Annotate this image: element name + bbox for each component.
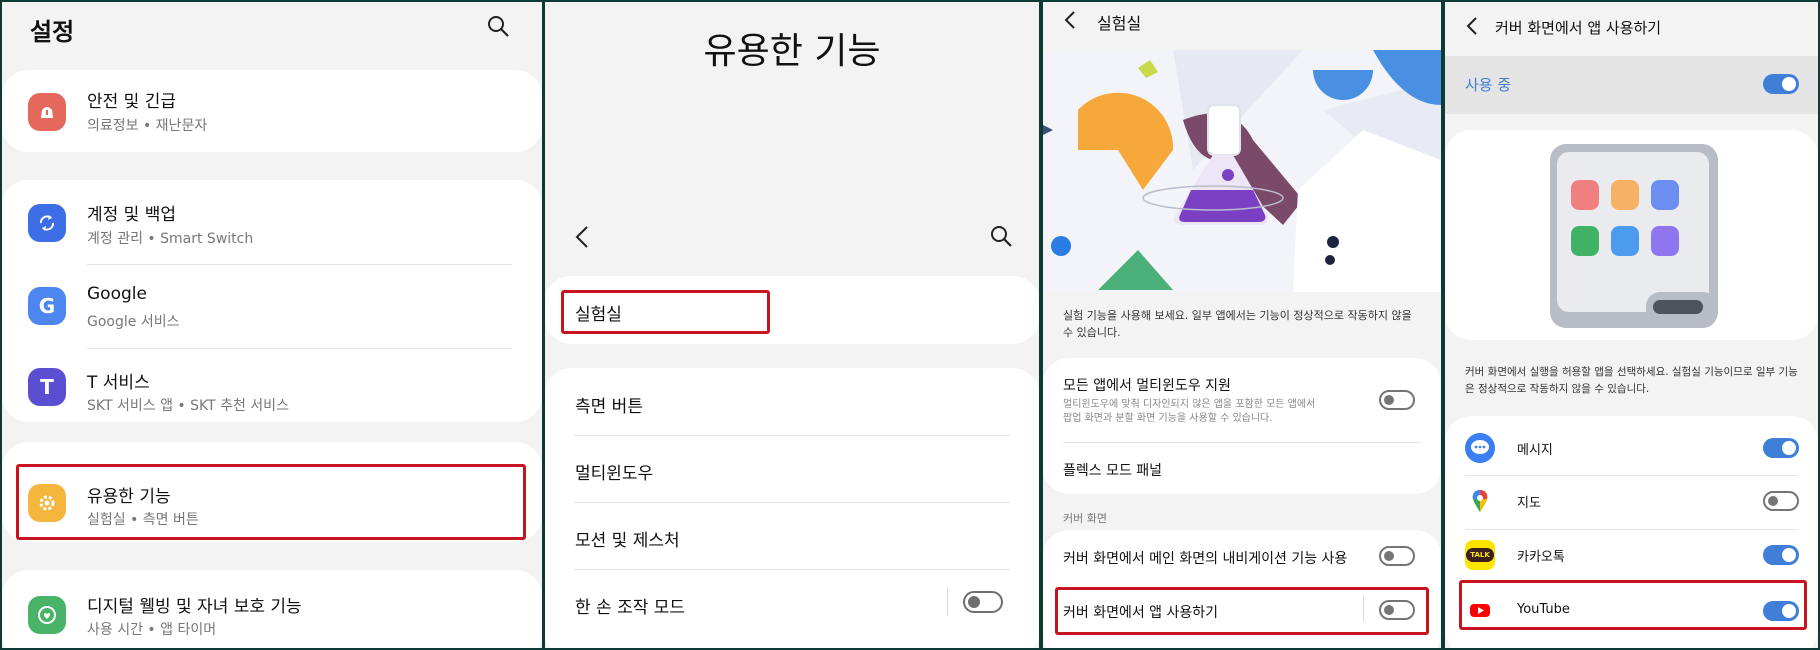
item-title: Google (87, 284, 147, 304)
item-title: 디지털 웰빙 및 자녀 보호 기능 (87, 597, 302, 617)
page-title: 실험실 (1097, 14, 1142, 33)
item-title: 계정 및 백업 (87, 205, 177, 225)
messages-icon (1465, 433, 1495, 463)
app-name: 카카오톡 (1517, 550, 1565, 565)
app-row-maps[interactable]: 지도 (1445, 476, 1818, 528)
divider (573, 569, 1011, 570)
labs-panel: 실험실 실험 기능을 사용해 보세요. 일부 앱에서는 기능이 정상적으로 작동… (1043, 2, 1441, 648)
highlight-box (16, 464, 526, 540)
item-title: T 서비스 (87, 373, 150, 393)
cover-navigation-toggle[interactable] (1379, 546, 1415, 566)
item-subtitle: SKT 서비스 앱 • SKT 추천 서비스 (87, 398, 289, 414)
item-subtitle: 계정 관리 • Smart Switch (87, 231, 254, 247)
menu-item-side-button[interactable]: 측면 버튼 (575, 392, 643, 417)
page-title: 설정 (30, 18, 75, 46)
menu-item-one-handed-mode[interactable]: 한 손 조작 모드 (575, 593, 685, 618)
menu-item-motions-gestures[interactable]: 모션 및 제스처 (575, 526, 680, 551)
labs-illustration (1043, 50, 1441, 292)
app-name: 지도 (1517, 496, 1541, 511)
search-icon[interactable] (486, 14, 510, 38)
divider (1063, 442, 1421, 443)
sync-icon (28, 204, 66, 242)
app-row-kakaotalk[interactable]: TALK 카카오톡 (1445, 530, 1818, 582)
settings-item-accounts[interactable]: 계정 및 백업 계정 관리 • Smart Switch (2, 187, 542, 261)
divider (573, 502, 1011, 503)
page-title: 유용한 기능 (703, 31, 881, 72)
highlight-box (561, 290, 770, 334)
divider (947, 588, 948, 616)
labs-description: 실험 기능을 사용해 보세요. 일부 앱에서는 기능이 정상적으로 작동하지 않… (1063, 309, 1412, 339)
flex-mode-panel-item[interactable]: 플렉스 모드 패널 (1063, 460, 1162, 480)
kakaotalk-icon-text: TALK (1466, 548, 1494, 562)
google-icon: G (28, 287, 66, 325)
item-subtitle: 사용 시간 • 앱 타이머 (87, 622, 217, 638)
section-label: 커버 화면 (1063, 512, 1107, 525)
divider (87, 264, 512, 265)
back-icon[interactable] (1465, 16, 1479, 36)
page-title: 커버 화면에서 앱 사용하기 (1495, 19, 1662, 37)
item-subtitle: 의료정보 • 재난문자 (87, 118, 208, 134)
settings-panel: 설정 안전 및 긴급 의료정보 • 재난문자 계정 및 백업 계정 관리 • S… (2, 2, 542, 648)
in-use-label: 사용 중 (1465, 76, 1512, 94)
in-use-toggle[interactable] (1763, 74, 1799, 94)
cover-screen-apps-panel: 커버 화면에서 앱 사용하기 사용 중 커버 화면에서 실행을 허용할 앱을 선… (1445, 2, 1818, 648)
settings-item-tservice[interactable]: T T 서비스 SKT 서비스 앱 • SKT 추천 서비스 (2, 354, 542, 424)
divider (573, 435, 1011, 436)
settings-item-digital-wellbeing[interactable]: 디지털 웰빙 및 자녀 보호 기능 사용 시간 • 앱 타이머 (2, 580, 542, 648)
multiwindow-all-apps-toggle[interactable] (1379, 390, 1415, 410)
maps-toggle[interactable] (1763, 491, 1799, 511)
multiwindow-all-apps-title[interactable]: 모든 앱에서 멀티윈도우 지원 (1063, 375, 1231, 395)
cover-screen-illustration (1549, 142, 1719, 330)
highlight-box (1459, 580, 1807, 630)
back-icon[interactable] (573, 224, 593, 250)
messages-toggle[interactable] (1763, 438, 1799, 458)
wellbeing-icon (28, 596, 66, 634)
settings-item-safety[interactable]: 안전 및 긴급 의료정보 • 재난문자 (2, 70, 542, 152)
item-subtitle: Google 서비스 (87, 314, 180, 330)
app-name: 메시지 (1517, 443, 1553, 458)
back-icon[interactable] (1063, 10, 1077, 30)
safety-alert-icon (28, 93, 66, 131)
search-icon[interactable] (989, 224, 1013, 248)
cover-apps-description: 커버 화면에서 실행을 허용할 앱을 선택하세요. 실험실 기능이므로 일부 기… (1465, 366, 1798, 395)
kakaotalk-toggle[interactable] (1763, 545, 1799, 565)
one-handed-mode-toggle[interactable] (963, 591, 1003, 613)
kakaotalk-icon: TALK (1465, 540, 1495, 570)
advanced-features-panel: 유용한 기능 실험실 측면 버튼 멀티윈도우 모션 및 제스처 한 손 조작 모… (545, 2, 1039, 648)
multiwindow-all-apps-sub: 멀티윈도우에 맞춰 디자인되지 않은 앱을 포함한 모든 앱에서 팝업 화면과 … (1063, 399, 1316, 424)
maps-icon (1465, 486, 1495, 516)
app-row-messages[interactable]: 메시지 (1445, 420, 1818, 476)
menu-item-multiwindow[interactable]: 멀티윈도우 (575, 459, 653, 484)
cover-navigation-title[interactable]: 커버 화면에서 메인 화면의 내비게이션 기능 사용 (1063, 548, 1347, 568)
tservice-icon: T (28, 368, 66, 406)
item-title: 안전 및 긴급 (87, 92, 177, 112)
settings-item-google[interactable]: G Google Google 서비스 (2, 270, 542, 344)
divider (87, 348, 512, 349)
highlight-box (1055, 587, 1429, 635)
